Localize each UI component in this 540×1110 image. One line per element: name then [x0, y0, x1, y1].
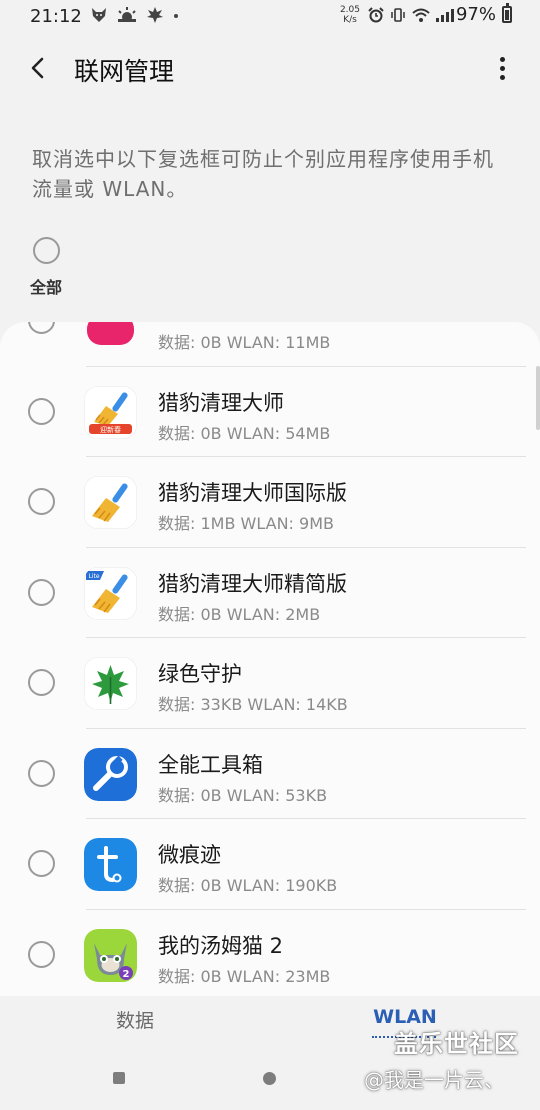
app-row[interactable]: Lite 猎豹清理大师精简版 数据: 0B WLAN: 2MB — [0, 548, 540, 638]
select-all-label: 全部 — [29, 278, 62, 297]
app-row[interactable]: 猎豹清理大师国际版 数据: 1MB WLAN: 9MB — [0, 457, 540, 548]
app-list-card[interactable]: 数据: 0B WLAN: 11MB 迎新春 猎豹清理大师 数据: 0B WLAN… — [0, 322, 540, 996]
watermark-text: 盖乐世社区 — [394, 1030, 519, 1058]
app-list[interactable]: 数据: 0B WLAN: 11MB 迎新春 猎豹清理大师 数据: 0B WLAN… — [0, 322, 540, 996]
tom-cat-icon: 2 — [84, 928, 137, 982]
app-name: 猎豹清理大师国际版 — [158, 481, 347, 505]
fox-icon — [90, 6, 108, 29]
tab-data-label: 数据 — [115, 1010, 154, 1032]
app-checkbox[interactable] — [28, 759, 55, 787]
status-time: 21:12 — [30, 6, 82, 27]
app-checkbox[interactable] — [28, 850, 55, 877]
tab-data[interactable]: 数据 — [0, 996, 270, 1046]
trace-t-icon — [84, 838, 137, 891]
app-checkbox[interactable] — [28, 578, 55, 606]
app-badge: Lite — [88, 573, 99, 580]
app-name: 绿色守护 — [158, 662, 242, 686]
app-row[interactable]: 微痕迹 数据: 0B WLAN: 190KB — [0, 819, 540, 910]
vibrate-icon — [390, 7, 406, 23]
app-usage: 数据: 0B WLAN: 11MB — [158, 333, 331, 352]
select-all-checkbox[interactable]: 全部 — [24, 237, 68, 298]
leaf-icon — [146, 6, 164, 29]
app-name: 猎豹清理大师精简版 — [158, 571, 347, 596]
app-usage: 数据: 0B WLAN: 54MB — [158, 423, 331, 443]
app-usage: 数据: 0B WLAN: 53KB — [158, 785, 328, 805]
net-speed-unit: K/s — [343, 14, 357, 25]
app-name: 微痕迹 — [158, 843, 221, 867]
app-row[interactable]: 迎新春 猎豹清理大师 数据: 0B WLAN: 54MB — [0, 367, 540, 457]
net-speed-value: 2.05 — [339, 4, 360, 15]
app-badge: 迎新春 — [100, 425, 121, 434]
svg-text:2: 2 — [123, 969, 130, 980]
app-checkbox[interactable] — [28, 669, 55, 696]
app-name: 我的汤姆猫 2 — [158, 933, 284, 958]
battery-icon — [502, 3, 512, 23]
app-usage: 数据: 0B WLAN: 190KB — [158, 876, 338, 895]
app-checkbox[interactable] — [28, 397, 55, 425]
battery-percent: 97% — [455, 4, 496, 25]
app-checkbox[interactable] — [28, 940, 55, 968]
wifi-icon — [412, 7, 430, 23]
partial-pink-icon — [84, 322, 137, 348]
alarm-icon — [368, 6, 384, 23]
app-usage: 数据: 0B WLAN: 2MB — [158, 604, 321, 624]
home-button[interactable] — [263, 1072, 276, 1085]
description-text: 取消选中以下复选框可防止个别应用程序使用手机流量或 WLAN。 — [32, 147, 494, 201]
more-dot — [499, 65, 505, 71]
recent-apps-button[interactable] — [113, 1072, 125, 1084]
app-row[interactable]: 数据: 0B WLAN: 11MB — [0, 322, 540, 367]
more-options-button[interactable] — [488, 50, 516, 86]
app-row[interactable]: 绿色守护 数据: 33KB WLAN: 14KB — [0, 638, 540, 729]
watermark-username: @我是一片云、 — [364, 1068, 504, 1092]
back-arrow-icon — [31, 57, 44, 79]
net-speed: 2.05 K/s — [338, 5, 362, 25]
app-usage: 数据: 33KB WLAN: 14KB — [158, 695, 348, 714]
dot-icon — [172, 6, 180, 29]
app-bar: 联网管理 — [0, 40, 540, 98]
more-dot — [499, 74, 505, 80]
app-row[interactable]: 全能工具箱 数据: 0B WLAN: 53KB — [0, 729, 540, 819]
select-all-radio[interactable] — [32, 237, 60, 264]
app-checkbox[interactable] — [28, 488, 55, 515]
app-name: 全能工具箱 — [158, 752, 263, 777]
green-leaf-icon — [84, 657, 137, 710]
screen: 21:12 2.05 K/s 97% 联网管理 取消选中以下复选框可防止个别应用… — [0, 0, 540, 1110]
wrench-icon — [84, 747, 137, 801]
more-dot — [499, 56, 505, 62]
status-bar: 21:12 2.05 K/s 97% — [0, 0, 540, 34]
weather-icon — [116, 6, 138, 29]
app-row[interactable]: 2 我的汤姆猫 2 数据: 0B WLAN: 23MB — [0, 910, 540, 997]
signal-4g-icon — [434, 7, 454, 23]
back-button[interactable] — [20, 50, 56, 86]
status-right: 2.05 K/s 97% — [338, 3, 512, 25]
page-title: 联网管理 — [74, 57, 175, 86]
app-checkbox[interactable] — [28, 322, 55, 334]
app-name: 猎豹清理大师 — [158, 390, 284, 415]
scrollbar-thumb[interactable] — [536, 366, 540, 430]
broom-lite-icon: Lite — [84, 566, 137, 620]
broom-icon: 迎新春 — [84, 385, 137, 439]
broom-icon — [84, 476, 137, 529]
app-usage: 数据: 1MB WLAN: 9MB — [158, 514, 334, 533]
status-left-icons — [90, 6, 180, 29]
app-usage: 数据: 0B WLAN: 23MB — [158, 966, 331, 986]
